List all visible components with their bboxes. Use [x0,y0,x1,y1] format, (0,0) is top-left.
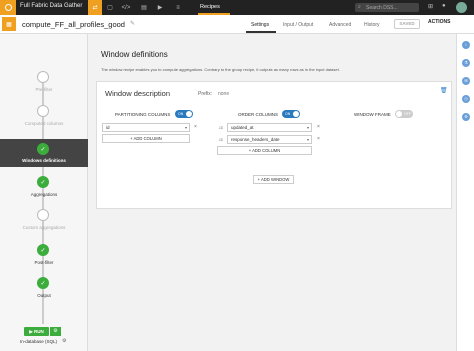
sort-icon[interactable]: ↓≡ [218,125,223,130]
tab-settings[interactable]: Settings [251,22,269,28]
toggle-label: OFF [404,112,411,116]
check-icon: ✓ [37,176,49,188]
recipe-title[interactable]: compute_FF_all_profiles_good [22,20,125,29]
step-label: Computed columns [24,121,64,126]
run-button[interactable]: ▶ RUN [24,327,49,336]
right-panel-rail: i ⚗ ✉ ◷ ⚙ [456,34,474,351]
window-frame-label: WINDOW FRAME [354,112,391,117]
recipe-header: ▦ compute_FF_all_profiles_good ✎ Setting… [0,15,474,34]
toggle-label: ON [178,112,184,116]
notifications-icon[interactable]: ● [442,3,446,9]
trash-icon[interactable]: 🗑 [440,87,448,94]
check-icon: ✓ [37,244,49,256]
check-icon: ✓ [37,143,49,155]
order-columns-label: ORDER COLUMNS [238,112,279,117]
jobs-icon[interactable]: ▶ [153,0,167,15]
search-icon: ⌕ [358,4,361,10]
info-icon[interactable]: i [462,41,470,49]
notebook-icon[interactable]: ▢ [103,0,117,15]
search-input[interactable]: ⌕ Search DSS... [355,3,419,12]
avatar[interactable] [456,2,467,13]
lab-icon[interactable]: ⚗ [462,59,470,67]
dashboard-icon[interactable]: ▤ [137,0,151,15]
recipes-nav-label[interactable]: Recipes [200,4,220,10]
order-column-select[interactable]: response_headers_date ▾ [227,135,312,144]
catalog-icon[interactable]: ≡ [171,0,185,15]
step-label: Aggregations [30,192,58,197]
step-label: Output [37,293,51,298]
add-partition-column-button[interactable]: + ADD COLUMN [102,134,190,143]
toggle-label: ON [285,112,291,116]
check-icon: ✓ [37,277,49,289]
tab-history[interactable]: History [364,22,380,28]
window-recipe-icon: ▦ [2,17,16,31]
recipe-steps-sidebar: Pre-filter Computed columns ✓ Windows de… [0,34,88,351]
actions-button[interactable]: ACTIONS [428,19,451,25]
engine-label[interactable]: In-database (SQL) [20,339,57,344]
step-status-icon [37,105,49,117]
chat-icon[interactable]: ✉ [462,77,470,85]
step-label: Post-filter [34,260,54,265]
prefix-label: Prefix: [198,91,213,97]
flow-icon[interactable]: ⇄ [88,0,102,15]
page-title: Window definitions [101,50,168,59]
remove-column-icon[interactable]: × [194,124,197,130]
save-button[interactable]: SAVED [394,19,420,29]
page-description: The window recipe enables you to compute… [101,67,340,72]
engine-settings-icon[interactable]: ⚙ [62,338,66,344]
search-placeholder: Search DSS... [366,4,398,11]
partitioning-columns-label: PARTITIONING COLUMNS [115,112,171,117]
step-label: Windows definitions [22,158,66,163]
active-tab-indicator [246,31,276,33]
order-toggle[interactable]: ON [282,110,300,118]
run-label: RUN [33,329,44,334]
app-window: Full Fabric Data Gather ⇄ ▢ </> ▤ ▶ ≡ Re… [0,0,474,351]
step-status-icon [37,209,49,221]
settings-icon[interactable]: ⚙ [462,113,470,121]
partition-column-select[interactable]: id ▾ [102,123,190,132]
order-column-select[interactable]: updated_at ▾ [227,123,312,132]
chevron-down-icon: ▾ [306,137,309,142]
window-card: Window description Prefix: none 🗑 PARTIT… [96,81,452,209]
code-icon[interactable]: </> [119,0,133,15]
chevron-down-icon: ▾ [184,125,187,130]
order-column-value: response_headers_date [231,137,280,142]
step-label: Pre-filter [35,87,53,92]
apps-grid-icon[interactable]: ⊞ [428,3,433,10]
remove-column-icon[interactable]: × [317,136,320,142]
partition-column-value: id [106,125,110,130]
dataiku-logo[interactable] [0,0,16,15]
sort-icon[interactable]: ↓≡ [218,137,223,142]
window-title[interactable]: Window description [105,89,170,98]
partitioning-toggle[interactable]: ON [175,110,193,118]
remove-column-icon[interactable]: × [317,124,320,130]
top-bar: Full Fabric Data Gather ⇄ ▢ </> ▤ ▶ ≡ Re… [0,0,474,15]
step-status-icon [37,71,49,83]
order-column-value: updated_at [231,125,254,130]
main-content: Window definitions The window recipe ena… [88,34,456,351]
project-name[interactable]: Full Fabric Data Gather [20,3,82,9]
edit-pencil-icon[interactable]: ✎ [130,20,135,27]
tab-advanced[interactable]: Advanced [329,22,351,28]
tab-input-output[interactable]: Input / Output [283,22,313,28]
window-frame-toggle[interactable]: OFF [395,110,413,118]
run-options-button[interactable]: ⚙ [50,327,61,336]
step-windows-definitions[interactable]: ✓ Windows definitions [0,139,88,167]
chevron-down-icon: ▾ [306,125,309,130]
add-order-column-button[interactable]: + ADD COLUMN [217,146,312,155]
timeline-icon[interactable]: ◷ [462,95,470,103]
step-label: Custom aggregations [22,225,66,230]
add-window-button[interactable]: + ADD WINDOW [253,175,294,184]
prefix-value[interactable]: none [218,91,229,97]
